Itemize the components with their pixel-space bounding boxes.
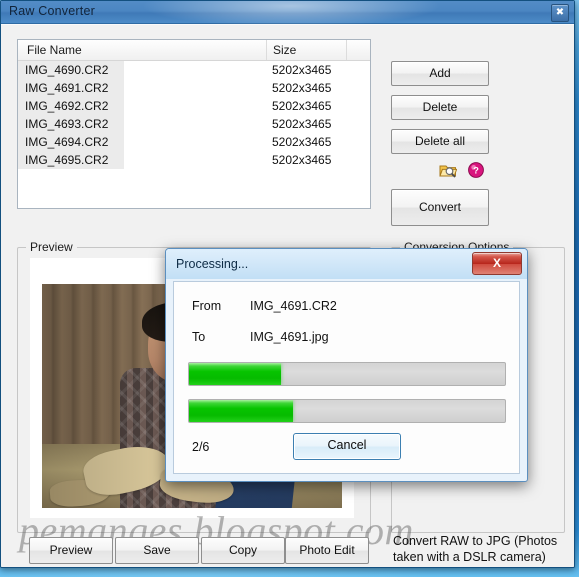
window-title-bar: Raw Converter ✖ <box>1 1 574 27</box>
dialog-title: Processing... <box>176 257 249 271</box>
description-text: Convert RAW to JPG (Photos taken with a … <box>393 534 558 564</box>
cell-file-name: IMG_4695.CR2 <box>18 151 124 169</box>
cell-size: 5202x3465 <box>272 81 332 95</box>
progress-counter: 2/6 <box>192 440 210 454</box>
file-list-body: IMG_4690.CR2 5202x3465 IMG_4691.CR2 5202… <box>18 61 370 169</box>
to-label: To <box>192 330 206 344</box>
svg-text:?: ? <box>473 166 479 177</box>
cell-file-name: IMG_4692.CR2 <box>18 97 124 115</box>
processing-dialog: Processing... X From IMG_4691.CR2 To IMG… <box>165 248 528 482</box>
add-button[interactable]: Add <box>391 61 489 86</box>
main-window: Raw Converter ✖ File Name Size IMG_4690.… <box>0 0 575 568</box>
column-header-size[interactable]: Size <box>273 43 296 57</box>
title-bar-sheen <box>141 1 441 27</box>
window-client-area: File Name Size IMG_4690.CR2 5202x3465 IM… <box>1 24 574 567</box>
table-row[interactable]: IMG_4690.CR2 5202x3465 <box>18 61 370 79</box>
cell-file-name: IMG_4693.CR2 <box>18 115 124 133</box>
photo-edit-button[interactable]: Photo Edit <box>285 537 369 564</box>
convert-button[interactable]: Convert <box>391 189 489 226</box>
table-row[interactable]: IMG_4695.CR2 5202x3465 <box>18 151 370 169</box>
cell-size: 5202x3465 <box>272 153 332 167</box>
overall-progress-fill <box>189 363 281 385</box>
dialog-title-bar: Processing... X <box>166 249 527 279</box>
desktop-background: Raw Converter ✖ File Name Size IMG_4690.… <box>0 0 579 577</box>
icon-row: ? <box>439 161 495 181</box>
file-list[interactable]: File Name Size IMG_4690.CR2 5202x3465 IM… <box>17 39 371 209</box>
from-value: IMG_4691.CR2 <box>250 299 337 313</box>
dialog-body: From IMG_4691.CR2 To IMG_4691.jpg 2/6 Ca… <box>173 281 520 474</box>
help-icon[interactable]: ? <box>467 161 485 179</box>
window-title: Raw Converter <box>9 4 95 18</box>
dialog-close-button[interactable]: X <box>472 252 522 275</box>
cell-size: 5202x3465 <box>272 117 332 131</box>
table-row[interactable]: IMG_4691.CR2 5202x3465 <box>18 79 370 97</box>
copy-button[interactable]: Copy <box>201 537 285 564</box>
column-divider-1[interactable] <box>266 40 267 60</box>
file-list-header: File Name Size <box>18 40 370 61</box>
to-value: IMG_4691.jpg <box>250 330 329 344</box>
delete-all-button[interactable]: Delete all <box>391 129 489 154</box>
column-header-file-name[interactable]: File Name <box>27 43 82 57</box>
folder-browse-icon[interactable] <box>439 161 458 179</box>
overall-progress-bar <box>188 362 506 386</box>
table-row[interactable]: IMG_4694.CR2 5202x3465 <box>18 133 370 151</box>
cell-file-name: IMG_4691.CR2 <box>18 79 124 97</box>
cancel-button[interactable]: Cancel <box>293 433 401 460</box>
preview-button[interactable]: Preview <box>29 537 113 564</box>
table-row[interactable]: IMG_4692.CR2 5202x3465 <box>18 97 370 115</box>
table-row[interactable]: IMG_4693.CR2 5202x3465 <box>18 115 370 133</box>
preview-group-label: Preview <box>26 240 77 254</box>
cell-size: 5202x3465 <box>272 63 332 77</box>
cell-size: 5202x3465 <box>272 99 332 113</box>
from-label: From <box>192 299 222 313</box>
cell-size: 5202x3465 <box>272 135 332 149</box>
save-button[interactable]: Save <box>115 537 199 564</box>
current-progress-bar <box>188 399 506 423</box>
column-divider-2[interactable] <box>346 40 347 60</box>
cell-file-name: IMG_4690.CR2 <box>18 61 124 79</box>
window-close-button[interactable]: ✖ <box>551 4 569 22</box>
cell-file-name: IMG_4694.CR2 <box>18 133 124 151</box>
delete-button[interactable]: Delete <box>391 95 489 120</box>
current-progress-fill <box>189 400 294 422</box>
